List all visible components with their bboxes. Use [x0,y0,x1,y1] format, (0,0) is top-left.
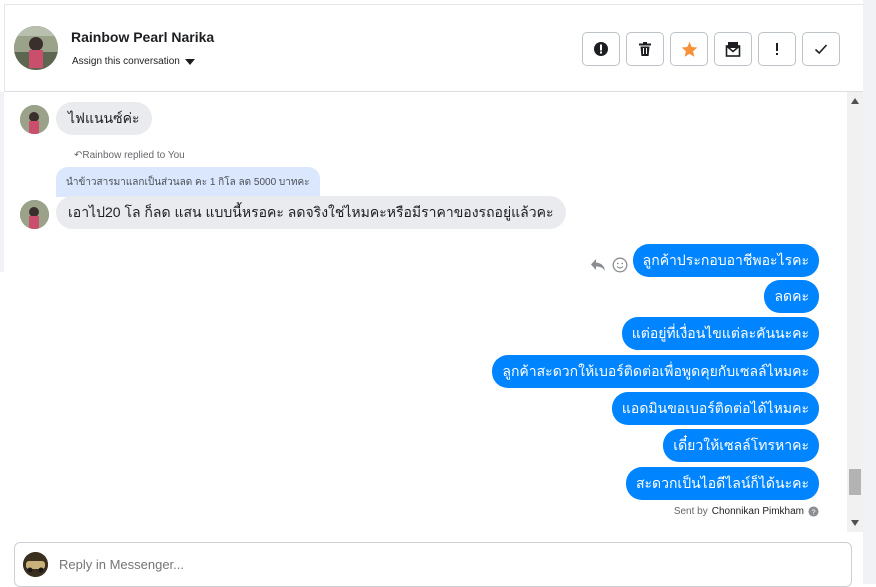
star-button[interactable] [670,32,708,66]
envelope-icon [725,42,741,57]
contact-avatar[interactable] [14,26,58,70]
reply-note: ↶Rainbow replied to You [74,150,185,161]
incoming-message[interactable]: ไฟแนนซ์ค่ะ [56,102,152,135]
page-avatar [23,552,48,577]
star-icon [681,41,697,57]
outgoing-message[interactable]: แอดมินขอเบอร์ติดต่อได้ไหมคะ [611,392,819,425]
caret-down-icon [184,58,195,65]
outgoing-message[interactable]: เดี๋ยวให้เซลล์โทรหาคะ [663,429,819,462]
alert-circle-icon [594,42,608,56]
assign-conversation-dropdown[interactable]: Assign this conversation [72,56,195,67]
scroll-up-arrow-icon[interactable] [851,98,859,104]
conversation-actions [582,32,840,66]
messenger-inbox-window: Rainbow Pearl Narika Assign this convers… [0,0,876,587]
sender-name: Chonnikan Pimkham [711,506,804,517]
reply-icon[interactable] [590,258,606,272]
checkmark-icon [814,44,828,55]
assign-label: Assign this conversation [72,56,180,67]
contact-avatar-small [20,105,49,134]
scroll-down-arrow-icon[interactable] [851,520,859,526]
right-gutter [863,0,876,584]
emoji-reaction-icon[interactable] [612,257,628,273]
conversation-thread: ไฟแนนซ์ค่ะ ↶Rainbow replied to You นำข้า… [4,92,847,532]
outgoing-message[interactable]: ลูกค้าประกอบอาชีพอะไรคะ [632,244,819,277]
outgoing-message[interactable]: ลดคะ [764,280,819,313]
reply-composer [14,542,852,587]
help-icon[interactable]: ? [808,506,819,517]
conversation-header: Rainbow Pearl Narika Assign this convers… [4,4,863,92]
mark-unread-button[interactable] [714,32,752,66]
conversation-scrollbar[interactable] [847,92,863,532]
incoming-message[interactable]: เอาไป20 โล ก็ลด แสน แบบนี้หรอคะ ลดจริงใช… [56,196,566,229]
mark-done-button[interactable] [802,32,840,66]
exclamation-icon [776,43,778,55]
follow-up-button[interactable] [758,32,796,66]
svg-text:?: ? [811,507,815,516]
message-hover-actions [590,257,628,273]
sent-by-label: Sent by Chonnikan Pimkham ? [674,506,819,517]
quoted-message[interactable]: นำข้าวสารมาแลกเป็นส่วนลด คะ 1 กิโล ลด 50… [56,167,320,197]
outgoing-message[interactable]: สะดวกเป็นไอดีไลน์ก็ได้นะคะ [625,467,819,500]
contact-avatar-small [20,200,49,229]
contact-name[interactable]: Rainbow Pearl Narika [71,29,214,45]
scrollbar-thumb[interactable] [849,469,861,495]
reply-input[interactable] [59,557,759,572]
delete-button[interactable] [626,32,664,66]
outgoing-message[interactable]: แต่อยู่ที่เงื่อนไขแต่ละคันนะคะ [621,317,819,350]
outgoing-message[interactable]: ลูกค้าสะดวกให้เบอร์ติดต่อเพื่อพูดคุยกับเ… [492,355,819,388]
trash-icon [639,42,651,56]
mark-spam-button[interactable] [582,32,620,66]
